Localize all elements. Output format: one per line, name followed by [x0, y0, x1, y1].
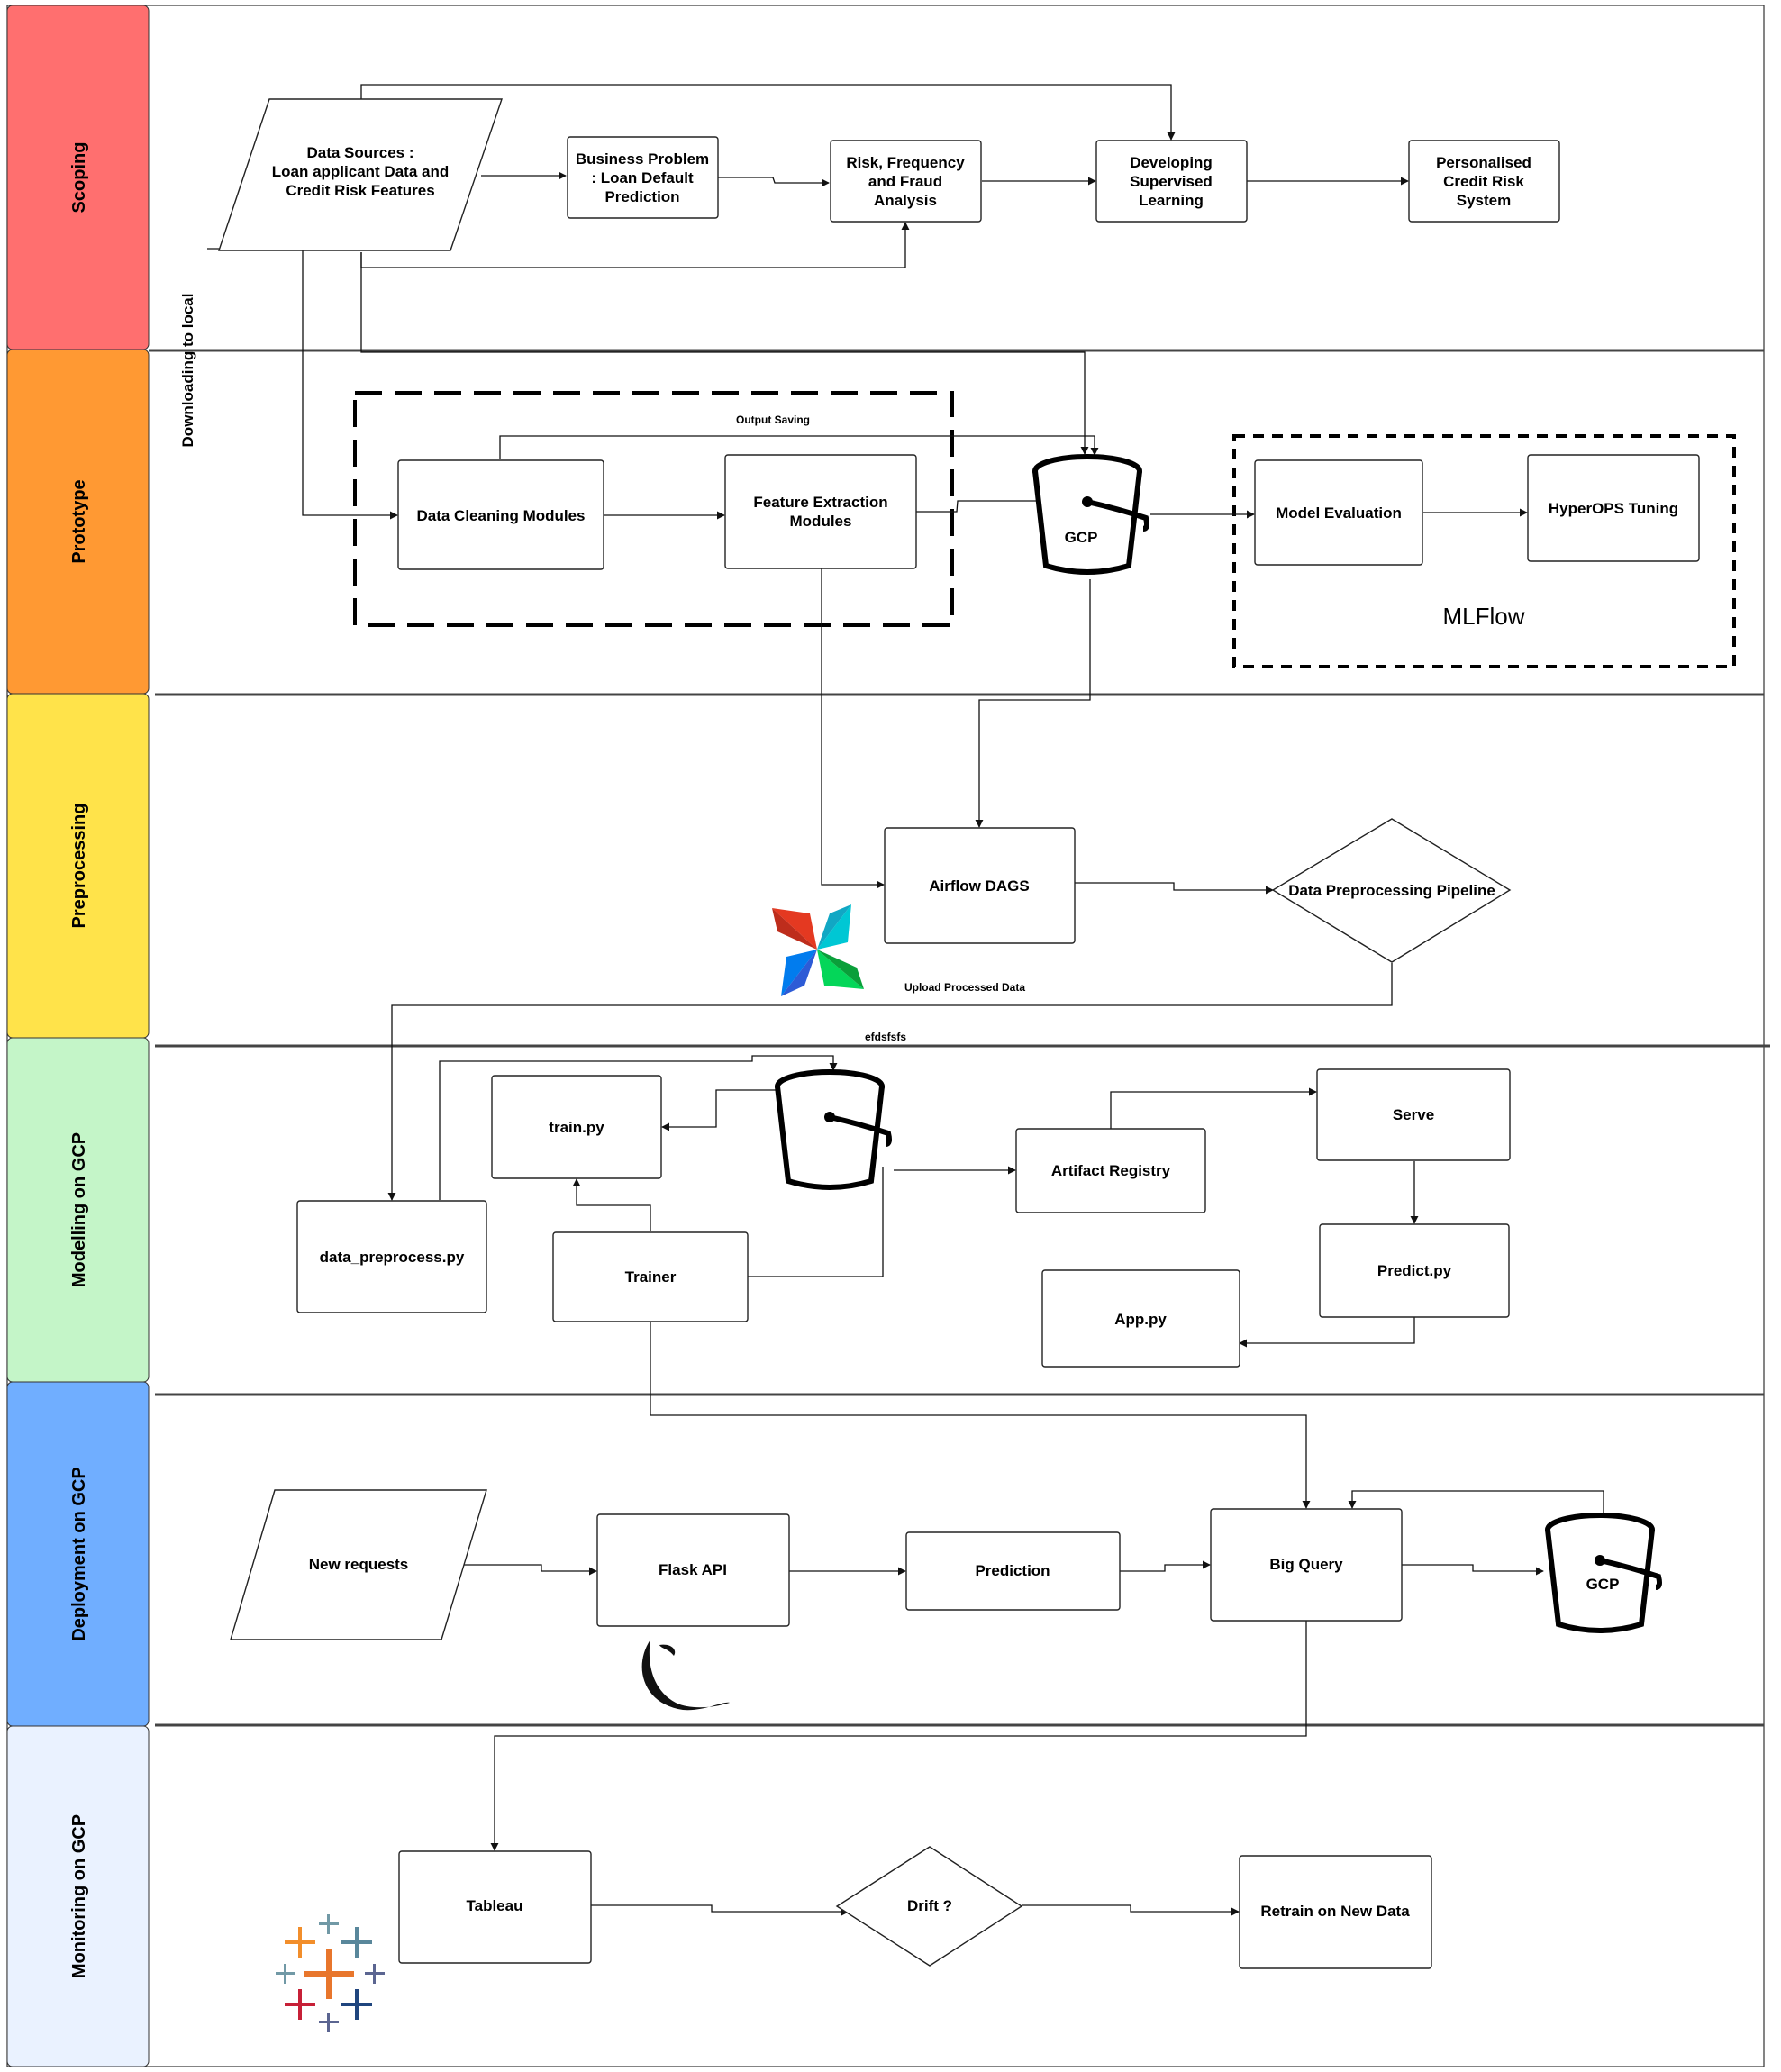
data-cleaning-label: Data Cleaning Modules: [416, 507, 585, 524]
tableau-label: Tableau: [467, 1897, 523, 1914]
feature-extraction-node[interactable]: Feature Extraction Modules: [724, 454, 917, 569]
predict-py-label: Predict.py: [1377, 1262, 1452, 1279]
app-py-node[interactable]: App.py: [1041, 1269, 1240, 1368]
trainer-label: Trainer: [625, 1268, 677, 1286]
gcp-bucket-2[interactable]: GCP: [1545, 1513, 1662, 1633]
risk-analysis-node[interactable]: Risk, Frequency and Fraud Analysis: [830, 140, 982, 223]
data-sources-line-1: Data Sources :: [306, 144, 413, 161]
preprocessing-pipeline-label: Data Preprocessing Pipeline: [1288, 882, 1495, 899]
credit-risk-system-line-1: Personalised: [1436, 154, 1531, 171]
data-preprocess-py-node[interactable]: data_preprocess.py: [296, 1200, 487, 1313]
modelling-bucket[interactable]: [775, 1069, 892, 1190]
new-requests-label: New requests: [309, 1556, 409, 1573]
flask-api-node[interactable]: Flask API: [596, 1513, 790, 1627]
train-py-label: train.py: [549, 1119, 604, 1136]
supervised-learning-line-3: Learning: [1139, 192, 1204, 209]
airflow-dags-label: Airflow DAGS: [929, 877, 1029, 895]
new-requests-node[interactable]: New requests: [230, 1489, 487, 1640]
credit-risk-system-line-3: System: [1457, 192, 1511, 209]
bucket-icon: [1032, 454, 1149, 575]
credit-risk-system-node[interactable]: Personalised Credit Risk System: [1408, 140, 1560, 223]
lane-label-preprocessing: Preprocessing: [69, 804, 89, 929]
bucket-icon: [1545, 1513, 1662, 1633]
supervised-learning-node[interactable]: Developing Supervised Learning: [1095, 140, 1248, 223]
tableau-node[interactable]: Tableau: [398, 1850, 592, 1964]
mlflow-label: MLFlow: [1442, 603, 1524, 630]
gcp-bucket-2-label: GCP: [1586, 1576, 1620, 1593]
drift-label: Drift ?: [907, 1897, 952, 1914]
gcp-bucket-1-label: GCP: [1065, 529, 1098, 546]
data-sources-line-3: Credit Risk Features: [286, 182, 434, 199]
output-saving-label: Output Saving: [736, 413, 810, 426]
airflow-dags-node[interactable]: Airflow DAGS: [884, 827, 1076, 944]
business-problem-node[interactable]: Business Problem : Loan Default Predicti…: [567, 136, 719, 219]
feature-extraction-line-1: Feature Extraction: [753, 494, 887, 511]
business-problem-line-2: : Loan Default: [591, 169, 694, 186]
prediction-label: Prediction: [975, 1562, 1050, 1579]
trainer-node[interactable]: Trainer: [552, 1231, 749, 1322]
big-query-node[interactable]: Big Query: [1210, 1508, 1403, 1622]
hyperops-tuning-label: HyperOPS Tuning: [1549, 500, 1678, 517]
data-preprocess-py-label: data_preprocess.py: [320, 1249, 465, 1266]
feature-extraction-line-2: Modules: [790, 513, 852, 530]
retrain-label: Retrain on New Data: [1260, 1903, 1410, 1920]
retrain-node[interactable]: Retrain on New Data: [1239, 1855, 1432, 1969]
prediction-node[interactable]: Prediction: [905, 1531, 1121, 1611]
model-evaluation-node[interactable]: Model Evaluation: [1254, 459, 1423, 566]
lane-label-scoping: Scoping: [69, 142, 89, 214]
app-py-label: App.py: [1114, 1311, 1167, 1328]
train-py-node[interactable]: train.py: [491, 1075, 662, 1179]
serve-label: Serve: [1393, 1106, 1434, 1123]
data-cleaning-node[interactable]: Data Cleaning Modules: [397, 459, 604, 570]
business-problem-line-1: Business Problem: [576, 150, 709, 168]
risk-analysis-line-3: Analysis: [874, 192, 937, 209]
lane-label-monitoring: Monitoring on GCP: [69, 1814, 89, 1978]
business-problem-line-3: Prediction: [604, 188, 679, 205]
upload-processed-label: Upload Processed Data: [904, 981, 1025, 994]
artifact-registry-label: Artifact Registry: [1051, 1162, 1171, 1179]
serve-node[interactable]: Serve: [1316, 1068, 1511, 1161]
risk-analysis-line-2: and Fraud: [868, 173, 942, 190]
supervised-learning-line-2: Supervised: [1130, 173, 1213, 190]
hyperops-tuning-node[interactable]: HyperOPS Tuning: [1527, 454, 1700, 562]
efdsfsfs-label: efdsfsfs: [865, 1031, 906, 1043]
lane-label-modelling: Modelling on GCP: [69, 1132, 89, 1287]
bucket-icon: [775, 1069, 892, 1190]
data-sources-line-2: Loan applicant Data and: [272, 163, 449, 180]
gcp-bucket-1[interactable]: GCP: [1032, 454, 1149, 575]
artifact-registry-node[interactable]: Artifact Registry: [1015, 1128, 1206, 1213]
lane-label-prototype: Prototype: [69, 479, 89, 563]
lane-label-deployment: Deployment on GCP: [69, 1467, 89, 1640]
risk-analysis-line-1: Risk, Frequency: [846, 154, 965, 171]
credit-risk-system-line-2: Credit Risk: [1443, 173, 1524, 190]
big-query-label: Big Query: [1269, 1556, 1343, 1573]
flask-api-label: Flask API: [659, 1561, 727, 1578]
supervised-learning-line-1: Developing: [1130, 154, 1213, 171]
ml-pipeline-diagram: Scoping Prototype Preprocessing Modellin…: [6, 5, 1770, 2067]
predict-py-node[interactable]: Predict.py: [1319, 1223, 1510, 1318]
model-evaluation-label: Model Evaluation: [1276, 504, 1402, 522]
downloading-label: Downloading to local: [179, 294, 196, 448]
